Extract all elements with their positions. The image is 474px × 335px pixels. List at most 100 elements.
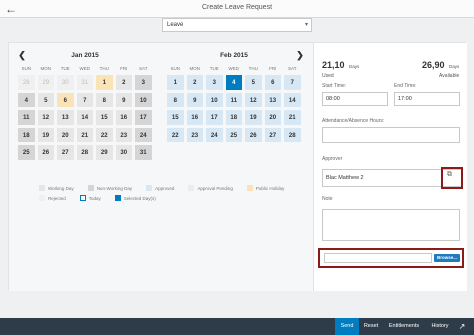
calendar-day-cell[interactable]: 30 [56, 74, 75, 91]
calendar-day-cell[interactable]: 15 [95, 109, 114, 126]
calendar-day-cell[interactable]: 22 [166, 126, 185, 143]
copy-icon[interactable]: ⧉ [447, 171, 452, 179]
calendar-day-cell[interactable]: 21 [75, 126, 94, 143]
leave-request-card: ❮ ❯ Jan 2015 Feb 2015 SUN MON TUE WED THU FRI… [8, 42, 467, 291]
history-button[interactable]: History [428, 318, 452, 335]
calendar-day-cell[interactable]: 30 [114, 144, 133, 161]
calendar-day-cell[interactable]: 1 [166, 74, 185, 91]
calendar-day-cell[interactable]: 22 [95, 126, 114, 143]
calendar-day-cell[interactable]: 3 [205, 74, 224, 91]
calendar-day-cell[interactable]: 19 [36, 126, 55, 143]
calendar-day-cell[interactable]: 26 [36, 144, 55, 161]
calendar-day-cell[interactable]: 10 [134, 91, 153, 108]
calendar-day-cell[interactable]: 18 [17, 126, 36, 143]
calendar-day-cell[interactable]: 27 [56, 144, 75, 161]
weekday-label: TUE [209, 66, 219, 71]
note-textarea[interactable] [322, 209, 460, 241]
reset-button[interactable]: Reset [361, 318, 381, 335]
calendar-day-cell[interactable]: 14 [283, 91, 302, 108]
legend-item: Non-Working Day [87, 185, 132, 191]
calendar-day-cell[interactable]: 28 [17, 74, 36, 91]
calendar-day-cell[interactable]: 29 [95, 144, 114, 161]
calendar-day-cell[interactable]: 28 [75, 144, 94, 161]
calendar-day-cell[interactable]: 1 [95, 74, 114, 91]
calendar-day-cell[interactable]: 31 [134, 144, 153, 161]
calendar-day-cell[interactable]: 5 [244, 74, 263, 91]
attachment-path-input[interactable] [324, 253, 432, 263]
legend-label: Working Day [48, 185, 74, 191]
calendar-day-cell[interactable]: 2 [185, 74, 204, 91]
calendar-day-cell[interactable]: 27 [263, 126, 282, 143]
leave-type-select[interactable]: Leave ▾ [162, 18, 312, 32]
calendar-day-cell[interactable]: 25 [224, 126, 243, 143]
end-time-label: End Time: [394, 83, 417, 89]
calendar-day-cell[interactable]: 6 [263, 74, 282, 91]
calendar-day-cell[interactable]: 9 [185, 91, 204, 108]
calendar-day-cell[interactable]: 2 [114, 74, 133, 91]
calendar-day-cell[interactable]: 13 [56, 109, 75, 126]
calendar-day-cell[interactable]: 6 [56, 91, 75, 108]
calendar-day-cell[interactable]: 17 [134, 109, 153, 126]
note-label: Note [322, 196, 333, 202]
send-button[interactable]: Send [335, 318, 359, 335]
calendar-day-cell[interactable]: 5 [36, 91, 55, 108]
calendar-day-cell[interactable]: 12 [244, 91, 263, 108]
hours-input[interactable] [322, 127, 460, 143]
calendar-day-cell[interactable]: 7 [75, 91, 94, 108]
approver-highlight [441, 167, 463, 189]
start-time-input[interactable]: 08:00 [322, 92, 388, 106]
week-row: 8 9 10 11 12 13 14 [166, 91, 302, 108]
page-title: Create Leave Request [201, 4, 273, 11]
calendar-day-cell[interactable]: 20 [56, 126, 75, 143]
calendar-day-cell[interactable]: 21 [283, 109, 302, 126]
legend-label: Selected Day(s) [123, 195, 156, 201]
calendar-day-cell[interactable]: 26 [244, 126, 263, 143]
used-label: Used [322, 73, 334, 79]
calendar-day-cell[interactable]: 31 [75, 74, 94, 91]
calendar-day-cell[interactable]: 24 [134, 126, 153, 143]
legend-item: Working Day [39, 185, 74, 191]
app-header: ← Create Leave Request [0, 0, 474, 18]
entitlements-button[interactable]: Entitlements [387, 318, 421, 335]
weekday-label: SUN [21, 66, 31, 71]
calendar-day-cell[interactable]: 14 [75, 109, 94, 126]
calendar-day-cell[interactable]: 20 [263, 109, 282, 126]
calendar-day-cell[interactable]: 12 [36, 109, 55, 126]
legend-item: Today [79, 195, 101, 201]
calendar-day-cell[interactable]: 16 [114, 109, 133, 126]
week-row: 4 5 6 7 8 9 10 [17, 91, 153, 108]
calendar-day-cell[interactable]: 15 [166, 109, 185, 126]
calendar-day-cell[interactable]: 3 [134, 74, 153, 91]
calendar-day-cell[interactable]: 11 [224, 91, 243, 108]
legend-label: Approval Pending [197, 185, 233, 191]
weekday-label: WED [79, 66, 91, 71]
week-row: 25 26 27 28 29 30 31 [17, 144, 153, 161]
calendar-day-cell[interactable]: 25 [17, 144, 36, 161]
calendar-day-cell[interactable]: 8 [95, 91, 114, 108]
calendar-day-cell[interactable]: 29 [36, 74, 55, 91]
week-row: 22 23 24 25 26 27 28 [166, 126, 302, 143]
weekday-label: TUE [60, 66, 70, 71]
share-icon[interactable]: ↗ [456, 318, 468, 335]
calendar-day-cell[interactable]: 8 [166, 91, 185, 108]
calendar-day-cell[interactable]: 4 [17, 91, 36, 108]
calendar-day-cell[interactable]: 23 [185, 126, 204, 143]
legend-swatch [146, 185, 153, 191]
calendar-day-cell[interactable]: 24 [205, 126, 224, 143]
browse-button[interactable]: Browse... [434, 254, 460, 262]
available-label: Available [439, 73, 460, 79]
calendar-day-cell[interactable]: 13 [263, 91, 282, 108]
calendar-day-cell[interactable]: 17 [205, 109, 224, 126]
calendar-day-cell[interactable]: 28 [283, 126, 302, 143]
month-grid-feb: SUN MON TUE WED THU FRI SAT 1 2 3 4 5 6 7 8 9 10 11 12 13 14… [166, 65, 302, 144]
calendar-day-cell[interactable]: 16 [185, 109, 204, 126]
calendar-day-cell[interactable]: 7 [283, 74, 302, 91]
calendar-day-cell[interactable]: 4 [224, 74, 243, 91]
calendar-day-cell[interactable]: 18 [224, 109, 243, 126]
calendar-day-cell[interactable]: 19 [244, 109, 263, 126]
calendar-day-cell[interactable]: 10 [205, 91, 224, 108]
end-time-input[interactable]: 17:00 [394, 92, 460, 106]
calendar-day-cell[interactable]: 9 [114, 91, 133, 108]
calendar-day-cell[interactable]: 23 [114, 126, 133, 143]
calendar-day-cell[interactable]: 11 [17, 109, 36, 126]
